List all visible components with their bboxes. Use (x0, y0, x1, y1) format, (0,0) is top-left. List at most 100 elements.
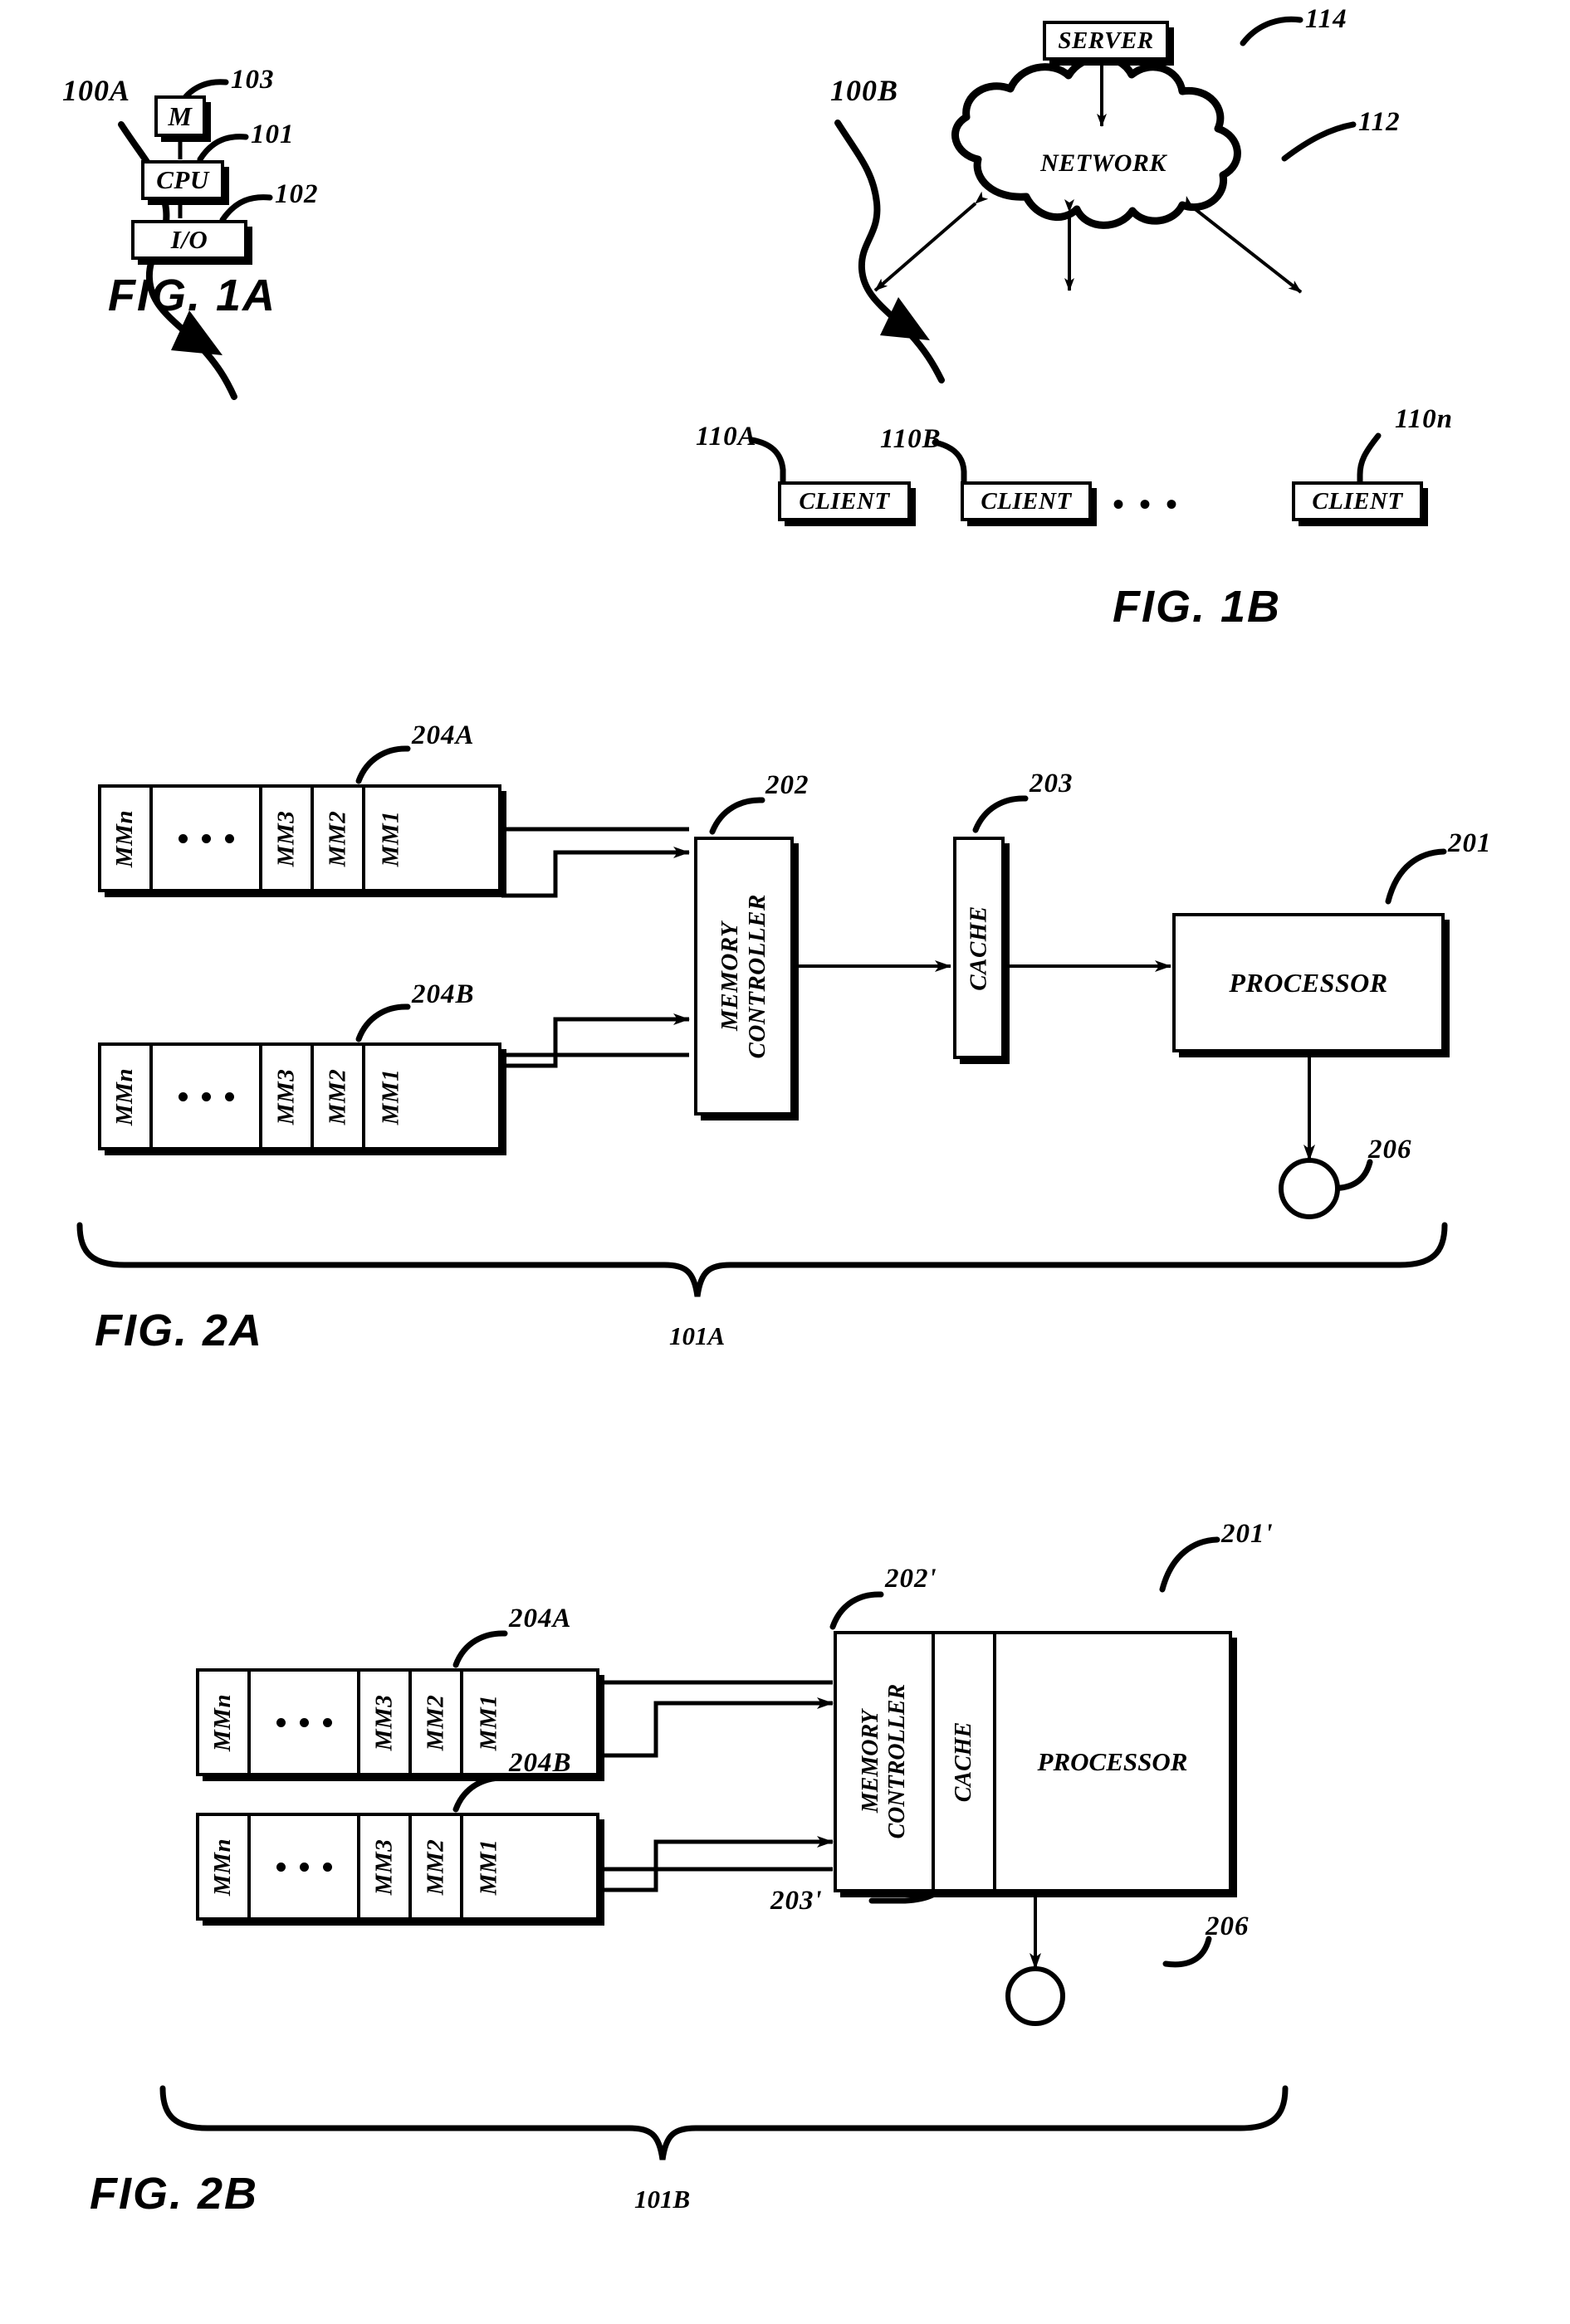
memory-module-label: MMn (209, 1838, 237, 1896)
memory-module-cell: MMn (199, 1672, 251, 1773)
fig2b-cache-label: CACHE (951, 1721, 977, 1802)
line-art-layer (76, 16, 1448, 2160)
patent-drawing-sheet: M 103 CPU 101 I/O 102 100A FIG. 1A SERVE… (0, 0, 1570, 2324)
memory-module-cell-ellipsis (153, 788, 262, 889)
fig1a-block-memory: M (154, 95, 206, 137)
memory-module-cell: MM3 (262, 788, 314, 889)
memory-module-label: MM3 (272, 810, 300, 867)
ref-110n: 110n (1395, 404, 1454, 434)
fig2b-memory-bank-b: MMn MM3 MM2 MM1 (196, 1813, 599, 1921)
ref-103: 103 (231, 65, 275, 95)
ref-201-prime: 201' (1221, 1519, 1274, 1549)
mc2-label-line1: MEMORY (857, 1710, 883, 1814)
memory-module-label: MM2 (422, 1694, 449, 1750)
memory-module-cell: MM2 (412, 1672, 463, 1773)
ref-100A: 100A (62, 74, 131, 107)
ref-101: 101 (251, 120, 295, 149)
memory-module-label: MM3 (370, 1838, 398, 1895)
ref-203-prime: 203' (770, 1886, 823, 1916)
ref-206-fig2b: 206 (1206, 1911, 1250, 1941)
ref-202: 202 (765, 770, 809, 800)
ref-101B: 101B (634, 2185, 691, 2214)
memory-module-cell: MM2 (412, 1816, 463, 1917)
fig1b-block-client-a-label: CLIENT (799, 487, 890, 515)
memory-module-label: MMn (111, 1067, 139, 1125)
fig1b-block-client-b: CLIENT (961, 481, 1092, 521)
ref-112: 112 (1358, 107, 1401, 137)
memory-module-label: MM1 (475, 1838, 502, 1895)
memory-module-label: MM3 (272, 1068, 300, 1125)
memory-module-label: MM1 (377, 1068, 404, 1125)
ref-204B-fig2a: 204B (412, 979, 475, 1009)
fig1b-network-label: NETWORK (1040, 149, 1166, 177)
ref-204B-fig2b: 204B (509, 1748, 572, 1778)
fig2a-caption: FIG. 2A (95, 1306, 264, 1355)
memory-module-cell: MM2 (314, 788, 365, 889)
fig2a-memory-controller: MEMORY CONTROLLER (694, 837, 794, 1116)
ref-202-prime: 202' (885, 1564, 937, 1594)
fig2b-caption: FIG. 2B (90, 2169, 259, 2219)
memory-module-cell: MMn (101, 788, 153, 889)
memory-module-cell: MM3 (360, 1672, 412, 1773)
fig2b-processor: PROCESSOR (996, 1634, 1229, 1889)
memory-module-label: MM3 (370, 1694, 398, 1750)
ref-110B: 110B (880, 424, 942, 454)
memory-module-cell: MM2 (314, 1046, 365, 1147)
ellipsis-dots (178, 1091, 234, 1101)
fig1a-block-cpu-label: CPU (156, 165, 209, 194)
fig2a-memory-bank-b: MMn MM3 MM2 MM1 (98, 1042, 501, 1150)
fig1b-block-client-a: CLIENT (778, 481, 911, 521)
memory-module-label: MM1 (377, 810, 404, 867)
memory-module-cell: MM3 (360, 1816, 412, 1917)
ellipsis-dots (178, 833, 234, 843)
mc-label-line1: MEMORY (716, 921, 743, 1031)
memory-module-label: MMn (209, 1693, 237, 1751)
memory-module-label: MM2 (324, 1068, 351, 1125)
ref-203: 203 (1030, 769, 1074, 798)
memory-module-cell-ellipsis (251, 1672, 360, 1773)
fig2a-cache-label: CACHE (965, 905, 992, 991)
fig2b-integrated-chip: MEMORY CONTROLLER CACHE PROCESSOR (834, 1631, 1232, 1892)
memory-module-label: MM1 (475, 1694, 502, 1750)
fig1a-block-memory-label: M (168, 100, 193, 131)
fig2a-memory-bank-a: MMn MM3 MM2 MM1 (98, 784, 501, 892)
fig1b-block-client-n-label: CLIENT (1312, 487, 1403, 515)
fig2b-memory-controller: MEMORY CONTROLLER (837, 1634, 935, 1889)
memory-module-cell: MM1 (365, 788, 417, 889)
memory-module-cell: MM1 (463, 1672, 515, 1773)
memory-module-cell: MM1 (365, 1046, 417, 1147)
fig2b-memory-controller-label: MEMORY CONTROLLER (858, 1684, 911, 1839)
ref-100B: 100B (830, 74, 899, 107)
fig1a-caption: FIG. 1A (108, 271, 277, 320)
fig1b-block-client-b-label: CLIENT (981, 487, 1072, 515)
ref-102: 102 (275, 179, 319, 209)
ref-204A-fig2b: 204A (509, 1604, 572, 1633)
ref-204A-fig2a: 204A (412, 720, 475, 750)
fig1b-caption: FIG. 1B (1113, 582, 1282, 632)
memory-module-label: MM2 (324, 810, 351, 867)
memory-module-cell-ellipsis (153, 1046, 262, 1147)
ref-101A: 101A (669, 1321, 726, 1350)
fig2b-processor-label: PROCESSOR (1037, 1746, 1188, 1776)
fig1b-block-server-label: SERVER (1058, 27, 1154, 54)
fig2a-cache: CACHE (953, 837, 1005, 1059)
ref-114: 114 (1305, 4, 1347, 34)
memory-module-cell: MM3 (262, 1046, 314, 1147)
memory-module-cell-ellipsis (251, 1816, 360, 1917)
fig1a-block-cpu: CPU (141, 160, 224, 200)
ref-110A: 110A (696, 422, 757, 452)
memory-module-cell: MMn (199, 1816, 251, 1917)
mc-label-line2: CONTROLLER (744, 893, 770, 1059)
ref-206-fig2a: 206 (1368, 1135, 1412, 1164)
mc2-label-line2: CONTROLLER (884, 1684, 910, 1839)
fig1a-block-io: I/O (131, 220, 247, 260)
fig2b-cache: CACHE (935, 1634, 996, 1889)
memory-module-label: MM2 (422, 1838, 449, 1895)
memory-module-cell: MMn (101, 1046, 153, 1147)
fig1b-block-server: SERVER (1043, 21, 1169, 61)
fig1b-block-client-n: CLIENT (1292, 481, 1423, 521)
ellipsis-dots (276, 1862, 332, 1872)
fig2a-memory-controller-label: MEMORY CONTROLLER (717, 894, 772, 1058)
ref-201: 201 (1448, 828, 1492, 858)
memory-module-cell: MM1 (463, 1816, 515, 1917)
